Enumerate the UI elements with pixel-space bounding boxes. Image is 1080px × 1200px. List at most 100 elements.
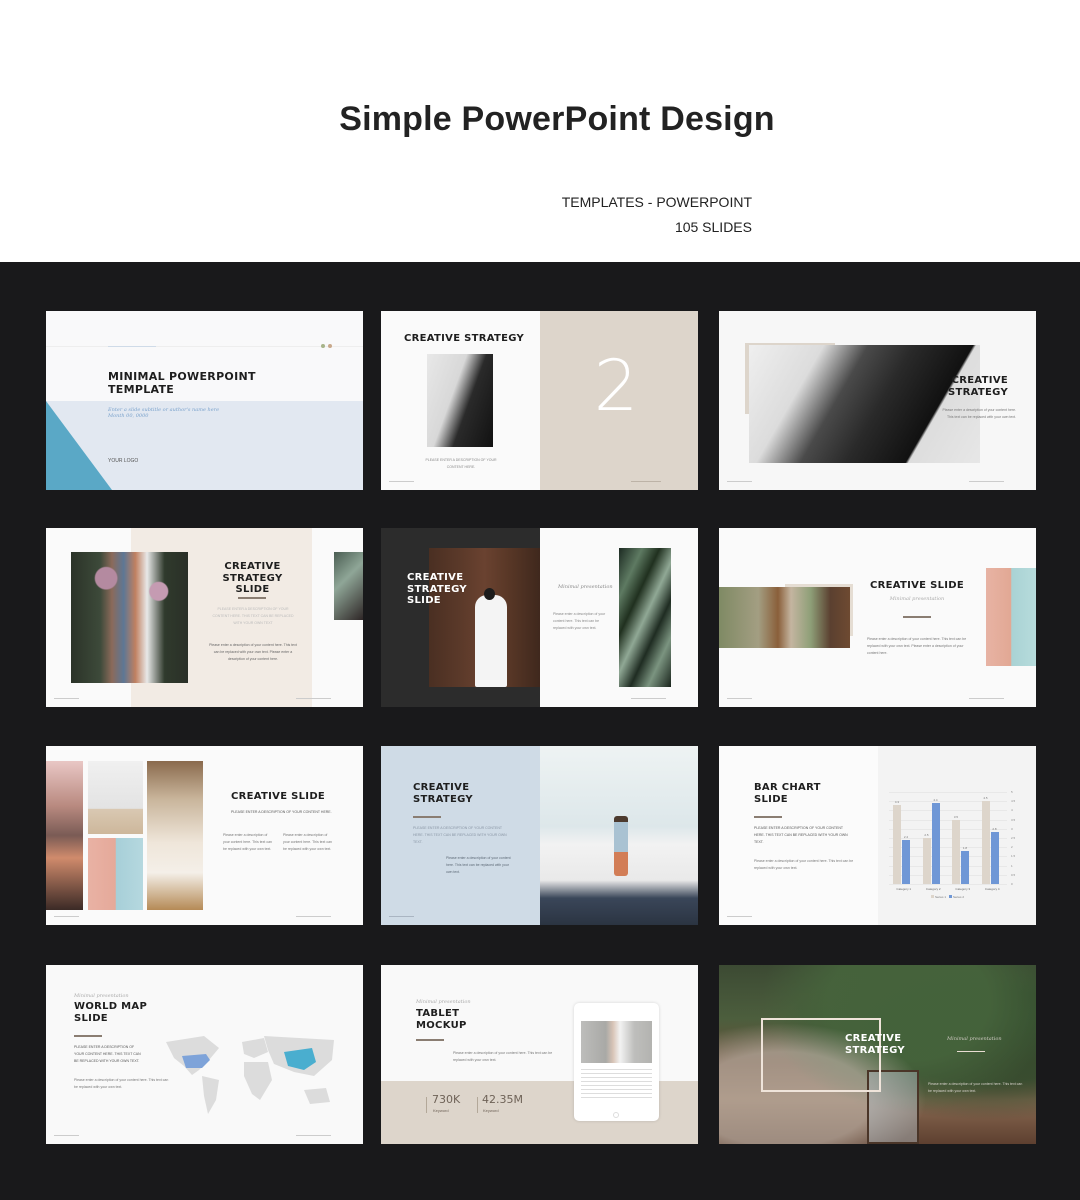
slide-thumbnail-3[interactable]: CREATIVE STRATEGY Please enter a descript…: [719, 311, 1036, 490]
y-tick-label: 2.5: [1011, 836, 1016, 840]
slide-title: CREATIVE STRATEGY: [845, 1033, 905, 1056]
stat-2-label: Keyword: [483, 1108, 499, 1113]
figure: [475, 595, 507, 687]
bar-value-label: 4.5: [983, 796, 988, 801]
dot-tan: [328, 344, 332, 348]
slide-body-col1: Please enter a description of your conte…: [223, 833, 272, 851]
legend-label: Series 1: [935, 895, 947, 899]
bar-value-label: 2.4: [903, 834, 909, 839]
slide-title: BAR CHART SLIDE: [754, 782, 821, 805]
chart-legend: Series 1 Series 2: [928, 895, 964, 899]
slide-body: Please enter a description of your conte…: [942, 408, 1016, 419]
bar-series-2: [961, 850, 969, 884]
caption: PLEASE ENTER A DESCRIPTION OF YOUR CONTEN…: [425, 458, 497, 469]
slide-thumbnail-6[interactable]: CREATIVE SLIDE Minimal presentation Plea…: [719, 528, 1036, 707]
cathedral-arches-photo: [147, 761, 203, 910]
slide-title: MINIMAL POWERPOINT TEMPLATE: [108, 370, 256, 396]
stat-divider: [477, 1097, 478, 1113]
caption: PLEASE ENTER A DESCRIPTION OF YOUR CONTE…: [231, 810, 332, 814]
stat-1-value: 730K: [432, 1093, 461, 1106]
slide-body: Please enter a description of your conte…: [867, 637, 967, 655]
stat-2-value: 42.35M: [482, 1093, 523, 1106]
slide-body: Please enter a description of your conte…: [453, 1051, 553, 1062]
y-tick-label: 2: [1011, 845, 1013, 850]
slide-title: TABLET MOCKUP: [416, 1008, 467, 1031]
y-tick-label: 1: [1011, 863, 1013, 868]
slide-thumbnail-10[interactable]: Minimal presentation WORLD MAP SLIDE PLEA…: [46, 965, 363, 1144]
fern-photo: [334, 552, 363, 620]
title-rule: [413, 816, 441, 818]
slide-body: Please enter a description of your conte…: [928, 1082, 1023, 1093]
couple-flowers-photo: [71, 552, 188, 683]
bar-series-1: [922, 838, 931, 884]
pastel-doors-photo: [88, 838, 143, 910]
south-america-shape: [202, 1076, 219, 1114]
bar-value-label: 4.4: [933, 798, 938, 803]
slide-title: CREATIVE STRATEGY SLIDE: [222, 561, 283, 595]
y-tick-label: 4: [1011, 808, 1013, 813]
bar-value-label: 3.5: [953, 814, 959, 819]
slide-thumbnail-1[interactable]: MINIMAL POWERPOINT TEMPLATE Enter a slid…: [46, 311, 363, 490]
y-tick-label: 5: [1011, 790, 1013, 794]
bar-value-label: 2.8: [992, 827, 997, 832]
caption: PLEASE ENTER A DESCRIPTION OF YOUR CONTE…: [413, 826, 507, 844]
y-tick-label: 3: [1011, 826, 1013, 831]
slide-title: CREATIVE STRATEGY: [413, 782, 473, 805]
slide-thumbnail-12[interactable]: CREATIVE STRATEGY Minimal presentation Pl…: [719, 965, 1036, 1144]
bar-series-1: [981, 801, 990, 884]
title-rule: [74, 1035, 102, 1037]
logo-placeholder: YOUR LOGO: [108, 458, 139, 464]
x-tick-label: Category 2: [925, 887, 941, 891]
slide-thumbnail-2[interactable]: CREATIVE STRATEGY PLEASE ENTER A DESCRIP…: [381, 311, 698, 490]
legend-swatch: [949, 895, 953, 898]
legend-label: Series 2: [953, 895, 965, 899]
figure: [614, 816, 628, 876]
slide-title: CREATIVE STRATEGY: [948, 375, 1008, 398]
slide-count: 105 SLIDES: [674, 219, 752, 235]
plant-leaves-photo: [619, 548, 671, 687]
page-header: Simple PowerPoint Design TEMPLATES - POW…: [0, 0, 1080, 262]
white-room-photo: [88, 761, 143, 834]
slide-thumbnail-5[interactable]: CREATIVE STRATEGY SLIDE Minimal presentati…: [381, 528, 698, 707]
y-tick-label: 1.5: [1011, 854, 1016, 859]
legend-swatch: [931, 895, 934, 898]
section-number: 2: [593, 345, 639, 427]
neck-portrait-photo: [749, 345, 980, 463]
caption: PLEASE ENTER A DESCRIPTION OF YOUR CONTE…: [212, 607, 294, 625]
bar-series-1: [952, 819, 960, 884]
slide-thumbnail-9[interactable]: BAR CHART SLIDE PLEASE ENTER A DESCRIPTIO…: [719, 746, 1036, 925]
divider: [46, 346, 363, 347]
y-tick-label: 3.5: [1011, 817, 1016, 822]
tagline: Minimal presentation: [416, 999, 471, 1005]
portrait-photo: [427, 354, 493, 447]
title-rule: [754, 816, 782, 818]
city-reflection-photo: [46, 761, 83, 910]
gridline: [889, 792, 1007, 793]
slide-title: WORLD MAP SLIDE: [74, 1001, 148, 1024]
bar-value-label: 1.8: [962, 845, 968, 850]
tagline: Minimal presentation: [74, 993, 129, 999]
slide-body: Please enter a description of your conte…: [553, 612, 606, 630]
slide-body: Please enter a description of your conte…: [446, 856, 511, 874]
slide-thumbnail-4[interactable]: CREATIVE STRATEGY SLIDE PLEASE ENTER A DE…: [46, 528, 363, 707]
tablet-home-button: [613, 1112, 619, 1118]
slide-thumbnail-11[interactable]: Minimal presentation TABLET MOCKUP Please…: [381, 965, 698, 1144]
figure-head: [484, 588, 495, 600]
dot-green: [321, 344, 325, 348]
tablet-device: [574, 1003, 659, 1121]
colorful-doors-photo: [986, 568, 1036, 666]
slide-title: CREATIVE STRATEGY SLIDE: [407, 572, 467, 606]
europe-shape: [242, 1038, 268, 1058]
bar-series-2: [990, 832, 999, 884]
slide-thumbnail-7[interactable]: CREATIVE SLIDE PLEASE ENTER A DESCRIPTIO…: [46, 746, 363, 925]
y-tick-label: 0: [1011, 882, 1013, 886]
caption: PLEASE ENTER A DESCRIPTION OF YOUR CONTE…: [74, 1045, 141, 1063]
title-rule: [238, 597, 266, 599]
slide-thumbnail-8[interactable]: CREATIVE STRATEGY PLEASE ENTER A DESCRIPT…: [381, 746, 698, 925]
accent-line: [108, 346, 156, 347]
slide-body: Please enter a description of your conte…: [209, 643, 297, 661]
slide-title: CREATIVE SLIDE: [869, 580, 965, 591]
australia-shape: [304, 1088, 330, 1104]
x-tick-label: Category 4: [984, 887, 1000, 891]
tablet-text-lines: [581, 1069, 652, 1099]
